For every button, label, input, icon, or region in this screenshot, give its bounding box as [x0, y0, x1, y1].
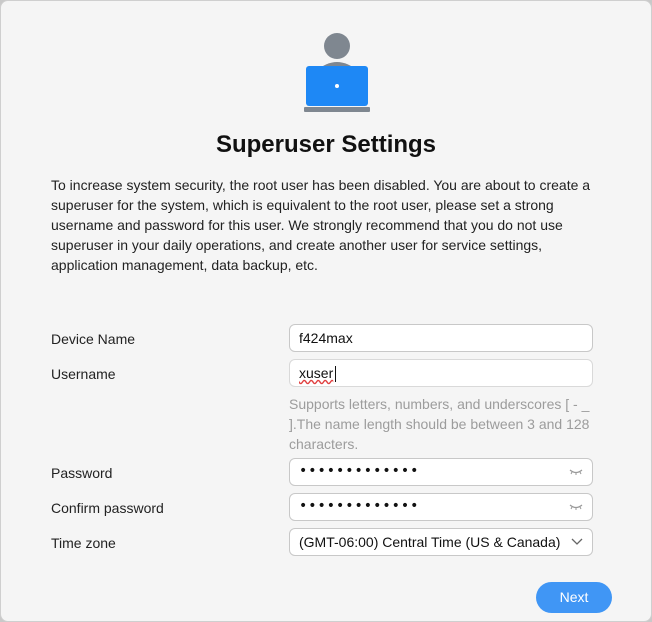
username-input[interactable]: xuser — [299, 365, 333, 381]
device-name-field[interactable] — [289, 324, 593, 352]
password-field[interactable]: ••••••••••••• — [289, 458, 593, 486]
device-name-label: Device Name — [51, 331, 136, 347]
superuser-dialog: Superuser Settings To increase system se… — [0, 0, 652, 622]
chevron-down-icon — [571, 538, 583, 545]
time-zone-label: Time zone — [51, 535, 116, 551]
eye-closed-icon[interactable] — [569, 502, 583, 512]
username-label: Username — [51, 366, 116, 382]
confirm-password-label: Confirm password — [51, 500, 164, 516]
confirm-password-field[interactable]: ••••••••••••• — [289, 493, 593, 521]
page-title: Superuser Settings — [215, 131, 437, 158]
username-hint: Supports letters, numbers, and underscor… — [289, 396, 590, 452]
username-field[interactable]: xuser — [289, 359, 593, 387]
time-zone-value: (GMT-06:00) Central Time (US & Canada) — [299, 534, 561, 550]
password-label: Password — [51, 465, 113, 481]
confirm-password-input[interactable]: ••••••••••••• — [299, 498, 419, 514]
time-zone-select[interactable]: (GMT-06:00) Central Time (US & Canada) — [289, 528, 593, 556]
next-button[interactable]: Next — [536, 582, 612, 613]
superuser-laptop-icon — [304, 33, 370, 112]
eye-closed-icon[interactable] — [569, 467, 583, 477]
password-input[interactable]: ••••••••••••• — [299, 463, 419, 479]
device-name-input[interactable] — [299, 325, 562, 351]
text-cursor — [335, 366, 336, 382]
description-text: To increase system security, the root us… — [51, 177, 591, 273]
